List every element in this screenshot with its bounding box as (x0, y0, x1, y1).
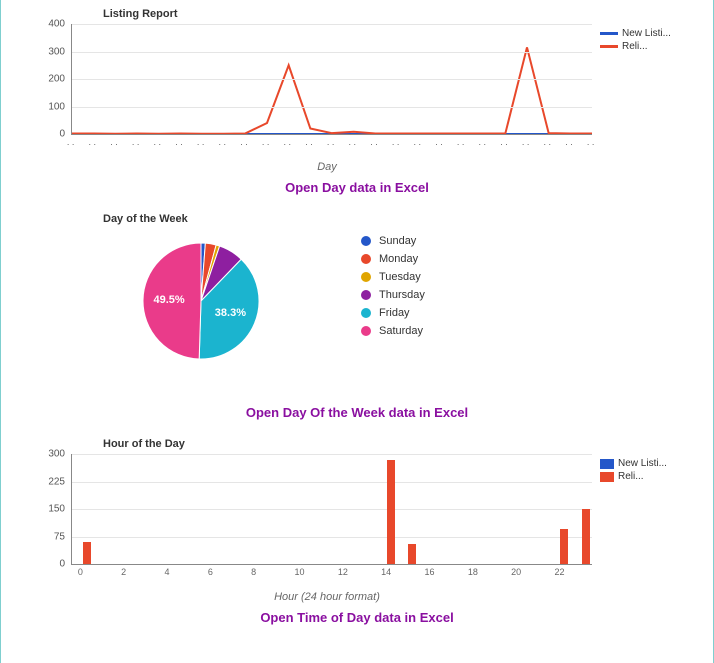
x-axis-ticks: . . . . . . . . . . . . . . . . . . . . . . . . . ..… (71, 135, 591, 159)
x-tick: . . (522, 137, 530, 147)
y-axis: 075150225300 (11, 454, 71, 564)
x-axis-label: Hour (24 hour format) (0, 591, 703, 603)
y-tick: 0 (59, 129, 65, 140)
legend-item: Friday (361, 307, 425, 319)
x-tick: 16 (425, 567, 433, 589)
chart-legend: New Listi... Reli... (592, 454, 670, 565)
legend-item: Reli... (600, 471, 670, 482)
chart-title: Day of the Week (103, 213, 703, 225)
bar (387, 460, 395, 565)
x-tick: . . (219, 137, 227, 147)
x-tick: . . (176, 137, 184, 147)
chart-title: Listing Report (103, 8, 703, 20)
x-tick: 0 (78, 567, 86, 589)
x-tick: 10 (295, 567, 303, 589)
x-tick: . . (154, 137, 162, 147)
x-tick: . . (67, 137, 75, 147)
open-day-of-week-link[interactable]: Open Day Of the Week data in Excel (246, 405, 468, 420)
x-axis-label: Day (0, 161, 703, 173)
x-tick: . . (132, 137, 140, 147)
legend-item: New Listi... (600, 28, 670, 39)
x-tick: . . (327, 137, 335, 147)
y-tick: 200 (48, 74, 65, 85)
plot-area (71, 24, 592, 135)
y-axis: 0100200300400 (11, 24, 71, 134)
x-tick: 12 (338, 567, 346, 589)
x-tick: . . (262, 137, 270, 147)
legend-item: Saturday (361, 325, 425, 337)
day-of-week-chart: Day of the Week 38.3%49.5% Sunday Monday T… (11, 213, 703, 422)
x-tick: . . (392, 137, 400, 147)
legend-item: Thursday (361, 289, 425, 301)
x-tick: . . (501, 137, 509, 147)
x-tick: 2 (121, 567, 129, 589)
x-tick: . . (349, 137, 357, 147)
y-tick: 150 (48, 504, 65, 515)
x-tick: 22 (555, 567, 563, 589)
y-tick: 0 (59, 559, 65, 570)
chart-legend: Sunday Monday Tuesday Thursday Friday Saturda… (331, 229, 425, 343)
x-tick: 8 (251, 567, 259, 589)
legend-item: New Listi... (600, 458, 670, 469)
x-tick: . . (544, 137, 552, 147)
x-tick: 14 (381, 567, 389, 589)
chart-title: Hour of the Day (103, 438, 703, 450)
y-tick: 100 (48, 101, 65, 112)
x-axis-ticks: 0 2 4 6 8 10 12 14 16 18 20 22 (71, 565, 591, 589)
legend-item: Sunday (361, 235, 425, 247)
chart-legend: New Listi... Reli... (592, 24, 670, 135)
legend-item: Reli... (600, 41, 670, 52)
legend-item: Monday (361, 253, 425, 265)
bar (582, 509, 590, 564)
x-tick: . . (371, 137, 379, 147)
plot-area (71, 454, 592, 565)
x-tick: . . (89, 137, 97, 147)
x-tick: . . (479, 137, 487, 147)
x-tick: . . (436, 137, 444, 147)
x-tick: . . (457, 137, 465, 147)
x-tick: . . (306, 137, 314, 147)
x-tick: 20 (511, 567, 519, 589)
y-tick: 75 (54, 531, 65, 542)
open-day-data-link[interactable]: Open Day data in Excel (285, 180, 429, 195)
open-time-of-day-link[interactable]: Open Time of Day data in Excel (260, 610, 453, 625)
y-tick: 300 (48, 46, 65, 57)
legend-item: Tuesday (361, 271, 425, 283)
listing-report-chart: Listing Report 0 100 200 300 400 New Listi..… (11, 8, 703, 197)
y-tick: 225 (48, 476, 65, 487)
x-tick: . . (197, 137, 205, 147)
bar (560, 529, 568, 564)
x-tick: . . (566, 137, 574, 147)
bar (83, 542, 91, 564)
x-tick: 18 (468, 567, 476, 589)
x-tick: . . (587, 137, 595, 147)
x-tick: 4 (165, 567, 173, 589)
y-tick: 300 (48, 449, 65, 460)
x-tick: . . (241, 137, 249, 147)
x-tick: . . (284, 137, 292, 147)
y-tick: 400 (48, 19, 65, 30)
pie-plot: 38.3%49.5% (71, 229, 331, 384)
x-tick: . . (111, 137, 119, 147)
x-tick: . . (414, 137, 422, 147)
x-tick: 6 (208, 567, 216, 589)
bar (408, 544, 416, 564)
hour-of-day-chart: Hour of the Day 0 75 150 225 300 New Listi..… (11, 438, 703, 627)
